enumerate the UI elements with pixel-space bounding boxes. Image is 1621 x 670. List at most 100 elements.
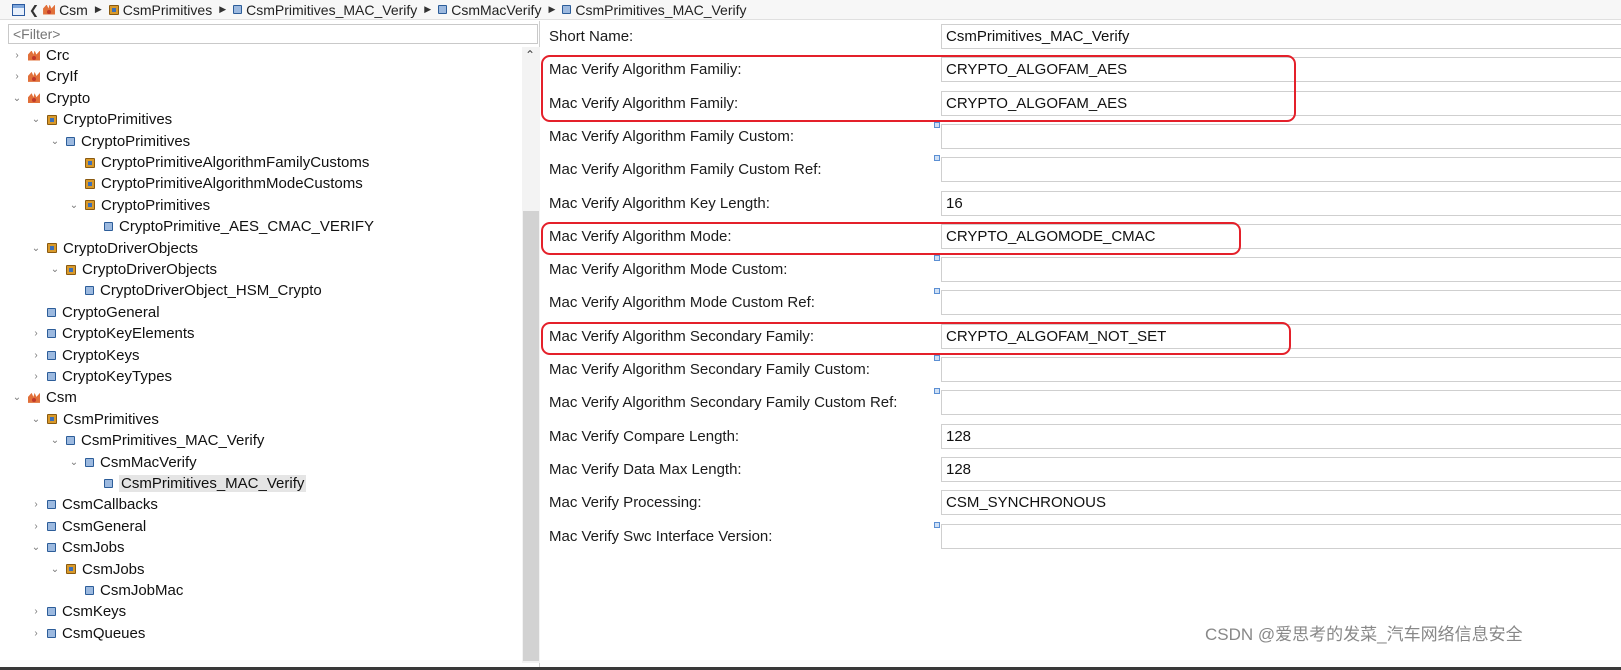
tree-item-label: CryptoDriverObjects (63, 239, 199, 257)
tree-item-label: CsmKeys (62, 603, 127, 621)
tree-item[interactable]: › CryIf (12, 66, 77, 87)
collapse-chevron-icon[interactable]: › (31, 328, 41, 339)
tree-item-label: CryptoGeneral (62, 303, 160, 321)
property-value-field[interactable] (941, 357, 1621, 382)
collapse-chevron-icon[interactable]: › (31, 350, 41, 361)
expand-chevron-icon[interactable]: ⌄ (50, 564, 60, 575)
property-label: Mac Verify Compare Length: (549, 427, 740, 445)
tree-item-label: CsmCallbacks (62, 496, 158, 514)
collapse-chevron-icon[interactable]: › (12, 71, 22, 82)
property-label: Mac Verify Algorithm Mode: (549, 227, 732, 245)
breadcrumb-item[interactable]: Csm (43, 2, 88, 18)
package-icon (85, 178, 95, 189)
collapse-chevron-icon[interactable]: › (31, 628, 41, 639)
expand-chevron-icon[interactable]: ⌄ (50, 136, 60, 147)
expand-chevron-icon[interactable]: ⌄ (31, 114, 41, 125)
tree-item[interactable]: › CsmCallbacks (31, 494, 158, 515)
breadcrumb-item-label: CsmPrimitives_MAC_Verify (575, 1, 747, 18)
container-icon (47, 607, 56, 617)
breadcrumb-item-label: CsmPrimitives_MAC_Verify (246, 1, 418, 18)
tree-scrollbar-thumb[interactable] (523, 211, 539, 661)
property-label: Mac Verify Algorithm Key Length: (549, 194, 770, 212)
container-icon (47, 500, 56, 510)
expand-chevron-icon[interactable]: ⌄ (50, 264, 60, 275)
tree-item[interactable]: CryptoPrimitiveAlgorithmModeCustoms (69, 173, 363, 194)
tree-item[interactable]: ⌄ CryptoPrimitives (31, 109, 172, 130)
property-value-field[interactable]: CsmPrimitives_MAC_Verify (941, 24, 1621, 49)
breadcrumb-item[interactable]: CsmPrimitives_MAC_Verify (233, 2, 417, 18)
expand-chevron-icon[interactable]: ⌄ (50, 435, 60, 446)
expand-chevron-icon[interactable]: ⌄ (69, 200, 79, 211)
tree-item[interactable]: ⌄ CsmPrimitives_MAC_Verify (50, 430, 265, 451)
collapse-chevron-icon[interactable]: › (31, 371, 41, 382)
breadcrumb-item[interactable]: CsmPrimitives (108, 2, 212, 18)
tree-item[interactable]: CryptoPrimitive_AES_CMAC_VERIFY (88, 216, 374, 237)
expand-chevron-icon[interactable]: ⌄ (31, 243, 41, 254)
property-value-field[interactable]: 128 (941, 423, 1621, 449)
property-value-field[interactable]: CRYPTO_ALGOFAM_AES (941, 57, 1621, 83)
property-value-field[interactable]: CRYPTO_ALGOMODE_CMAC (941, 223, 1621, 249)
property-value-field[interactable]: CRYPTO_ALGOFAM_AES (941, 90, 1621, 116)
module-icon (43, 4, 55, 16)
property-label: Mac Verify Algorithm Familiy: (549, 61, 742, 79)
expand-chevron-icon[interactable]: ⌄ (12, 392, 22, 403)
tree-item[interactable]: ⌄ CryptoPrimitives (50, 131, 190, 152)
property-value-field[interactable] (941, 390, 1621, 416)
container-icon (438, 5, 448, 14)
expand-chevron-icon[interactable]: ⌄ (12, 93, 22, 104)
property-value-field[interactable]: CRYPTO_ALGOFAM_NOT_SET (941, 323, 1621, 349)
property-row: Mac Verify Algorithm Family: CRYPTO_ALGOF… (541, 88, 1621, 121)
expand-chevron-icon[interactable]: ⌄ (69, 457, 79, 468)
scroll-up-arrow-icon[interactable]: ⌃ (525, 48, 535, 62)
expand-chevron-icon[interactable]: ⌄ (31, 414, 41, 425)
property-value-field[interactable] (941, 257, 1621, 283)
tree-item[interactable]: CsmJobMac (69, 580, 183, 601)
tree-item[interactable]: ⌄ CryptoPrimitives (69, 195, 210, 216)
tree-item[interactable]: › CryptoKeyTypes (31, 366, 172, 387)
editor-icon[interactable] (12, 3, 25, 16)
property-value-field[interactable] (941, 123, 1621, 149)
property-label: Mac Verify Swc Interface Version: (549, 527, 773, 545)
tree-item[interactable]: ⌄ CsmJobs (31, 537, 125, 558)
property-value-field[interactable] (941, 290, 1621, 316)
property-value-field[interactable]: 128 (941, 456, 1621, 482)
breadcrumb-separator-icon: ▶ (548, 4, 556, 14)
back-arrow-icon[interactable]: ❮ (29, 3, 39, 17)
expand-chevron-icon[interactable]: ⌄ (31, 542, 41, 553)
collapse-chevron-icon[interactable]: › (31, 499, 41, 510)
tree-item[interactable]: › CsmQueues (31, 623, 145, 644)
tree-item[interactable]: ⌄ CryptoDriverObjects (31, 238, 198, 259)
tree-item[interactable]: CryptoPrimitiveAlgorithmFamilyCustoms (69, 152, 369, 173)
tree-item-label: CryptoPrimitives (81, 132, 191, 150)
tree-item[interactable]: ⌄ CsmJobs (50, 559, 145, 580)
tree-item[interactable]: › CryptoKeyElements (31, 323, 194, 344)
filter-input[interactable] (8, 24, 538, 44)
property-label: Mac Verify Data Max Length: (549, 460, 742, 478)
tree-item[interactable]: ⌄ CsmMacVerify (69, 452, 197, 473)
tree-item[interactable]: › Crc (12, 45, 69, 66)
property-value-field[interactable] (941, 157, 1621, 183)
property-row: Mac Verify Algorithm Mode Custom Ref: (541, 287, 1621, 320)
tree-item[interactable]: ⌄ Crypto (12, 88, 90, 109)
property-value-field[interactable]: CSM_SYNCHRONOUS (941, 490, 1621, 516)
tree-item[interactable]: › CsmKeys (31, 601, 126, 622)
collapse-chevron-icon[interactable]: › (31, 521, 41, 532)
tree-item[interactable]: CryptoDriverObject_HSM_Crypto (69, 280, 322, 301)
property-row: Mac Verify Algorithm Familiy: CRYPTO_ALGO… (541, 54, 1621, 87)
tree-item[interactable]: › CsmGeneral (31, 516, 146, 537)
breadcrumb-item[interactable]: CsmPrimitives_MAC_Verify (562, 1, 747, 18)
property-value-field[interactable]: 16 (941, 190, 1621, 216)
tree-item[interactable]: CryptoGeneral (31, 302, 160, 323)
property-label: Mac Verify Algorithm Family Custom: (549, 127, 795, 145)
tree-item[interactable]: ⌄ CryptoDriverObjects (50, 259, 217, 280)
tree-item[interactable]: ⌄ CsmPrimitives (31, 409, 159, 430)
tree-item[interactable]: ⌄ Csm (12, 387, 77, 408)
reference-marker-icon (934, 155, 940, 162)
breadcrumb-item[interactable]: CsmMacVerify (438, 2, 541, 18)
property-value-field[interactable] (941, 523, 1621, 549)
tree-item[interactable]: CsmPrimitives_MAC_Verify (88, 473, 307, 494)
property-label: Mac Verify Processing: (549, 494, 702, 512)
collapse-chevron-icon[interactable]: › (12, 50, 22, 61)
tree-item[interactable]: › CryptoKeys (31, 345, 139, 366)
collapse-chevron-icon[interactable]: › (31, 606, 41, 617)
